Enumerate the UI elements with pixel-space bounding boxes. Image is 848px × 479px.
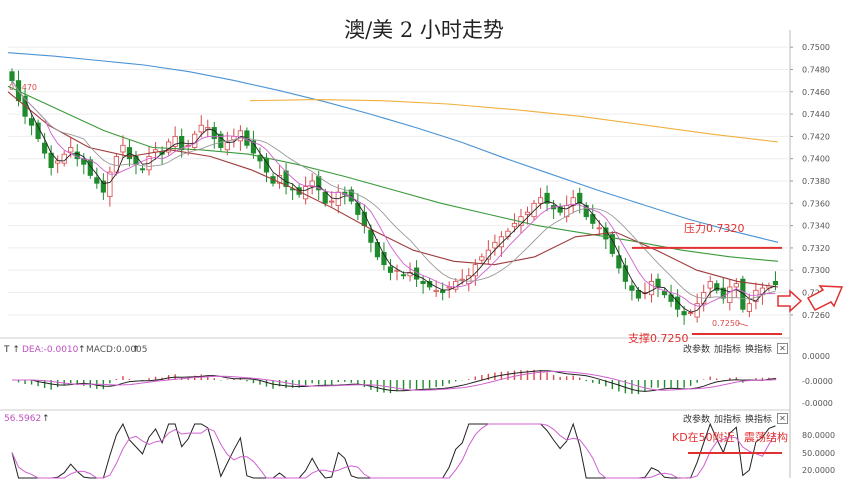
candles xyxy=(9,68,779,325)
candle-up xyxy=(459,278,465,281)
y-tick-label: 0.7360 xyxy=(802,199,830,208)
candle-up xyxy=(329,200,335,203)
candle-down xyxy=(368,229,374,243)
macd-params-button[interactable]: 改参数 xyxy=(683,342,710,355)
candle-up xyxy=(55,160,61,164)
candle-up xyxy=(492,241,498,249)
macd-dea-line xyxy=(12,370,776,391)
candle-up xyxy=(531,202,537,218)
candle-down xyxy=(440,289,446,293)
candle-up xyxy=(479,256,485,261)
macd-dif-line xyxy=(12,370,776,392)
candle-down xyxy=(420,280,426,285)
macd-swap-indicator-button[interactable]: 换指标 xyxy=(745,342,772,355)
candle-up xyxy=(303,186,309,200)
kd-annotation: KD在50附近 xyxy=(672,430,735,444)
chart-stage[interactable]: 0.7500 0.7480 0.7460 0.7440 0.7420 0.7400 0.73… xyxy=(0,0,848,479)
candle-up xyxy=(596,227,602,230)
ma-line-orange xyxy=(249,99,779,143)
y-tick-label: 0.7340 xyxy=(802,222,830,231)
candle-up xyxy=(433,289,439,292)
candle-up xyxy=(746,303,752,312)
macd-add-indicator-button[interactable]: 加指标 xyxy=(714,342,741,355)
candle-up xyxy=(537,197,544,204)
kd-close-icon[interactable]: ✕ xyxy=(777,413,788,424)
candle-down xyxy=(629,285,635,291)
candle-up xyxy=(688,312,694,315)
candle-up xyxy=(68,147,74,153)
y-tick-label: 0.7260 xyxy=(802,311,830,320)
support-label: 支撑0.7250 xyxy=(628,331,689,345)
candle-up xyxy=(237,130,243,142)
y-tick-label: 0.7400 xyxy=(802,155,830,164)
y-tick-label: 0.7300 xyxy=(802,266,830,275)
candle-down xyxy=(400,274,407,277)
candle-down xyxy=(28,118,35,126)
kd-k-line xyxy=(11,422,776,479)
candle-down xyxy=(681,311,687,316)
candle-down xyxy=(263,158,270,173)
y-tick-label: 0.7320 xyxy=(802,244,830,253)
macd-header-arrow: ↑ xyxy=(78,345,86,355)
kd-header-arrow: ↑ xyxy=(42,414,50,424)
candle-up xyxy=(511,222,518,228)
range-annotation: 震荡结构 xyxy=(744,430,788,444)
macd-dea-value: DEA:-0.0010 xyxy=(22,345,79,355)
candle-up xyxy=(727,286,733,303)
candle-up xyxy=(524,211,531,215)
kd-swap-indicator-button[interactable]: 换指标 xyxy=(745,412,772,425)
macd-header-prefix: T ↑ xyxy=(3,345,20,355)
low-price-label: 0.7250 xyxy=(712,319,740,328)
candle-down xyxy=(35,122,41,140)
y-tick-label: 0.7500 xyxy=(802,43,830,52)
ma-line-black xyxy=(11,80,776,313)
ma-line-green xyxy=(7,85,779,262)
candle-down xyxy=(322,191,328,204)
candle-down xyxy=(94,177,100,184)
y-tick-label: 0.7460 xyxy=(802,88,830,97)
y-tick-label: 0.7380 xyxy=(802,177,830,186)
kd-y-tick-label: 50.0000 xyxy=(802,449,835,458)
candle-up xyxy=(648,280,655,296)
candle-down xyxy=(635,289,642,299)
macd-y-tick-label: 0.0000 xyxy=(802,352,830,361)
candle-down xyxy=(387,266,394,273)
candle-up xyxy=(505,230,511,238)
candle-down xyxy=(9,71,15,82)
macd-y-tick-label: -0.0000 xyxy=(802,377,833,386)
macd-close-icon[interactable]: ✕ xyxy=(777,343,788,354)
candle-down xyxy=(772,280,779,286)
macd-header-arrow: ↑ xyxy=(132,345,140,355)
macd-y-tick-label: -0.0000 xyxy=(802,399,833,408)
candle-up xyxy=(120,144,126,153)
candle-down xyxy=(100,180,106,193)
y-tick-label: 0.7480 xyxy=(802,65,830,74)
arrow-right-icon xyxy=(777,289,803,313)
candle-down xyxy=(655,278,661,288)
candle-up xyxy=(107,171,113,198)
price-left-label: 0.7470 xyxy=(9,83,37,92)
candle-up xyxy=(733,283,739,288)
resistance-label: 压力0.7320 xyxy=(684,222,745,235)
kd-add-indicator-button[interactable]: 加指标 xyxy=(714,412,741,425)
kd-header-value: 56.5962 xyxy=(4,414,41,424)
candle-down xyxy=(661,291,668,296)
kd-y-tick-label: 20.0000 xyxy=(802,466,835,475)
kd-params-button[interactable]: 改参数 xyxy=(683,412,710,425)
candle-up xyxy=(198,124,204,133)
candle-down xyxy=(139,168,146,171)
y-tick-label: 0.7440 xyxy=(802,110,830,119)
y-tick-label: 0.7420 xyxy=(802,132,830,141)
kd-y-tick-label: 80.0000 xyxy=(802,431,835,440)
candle-down xyxy=(42,142,48,154)
candle-up xyxy=(707,280,713,289)
